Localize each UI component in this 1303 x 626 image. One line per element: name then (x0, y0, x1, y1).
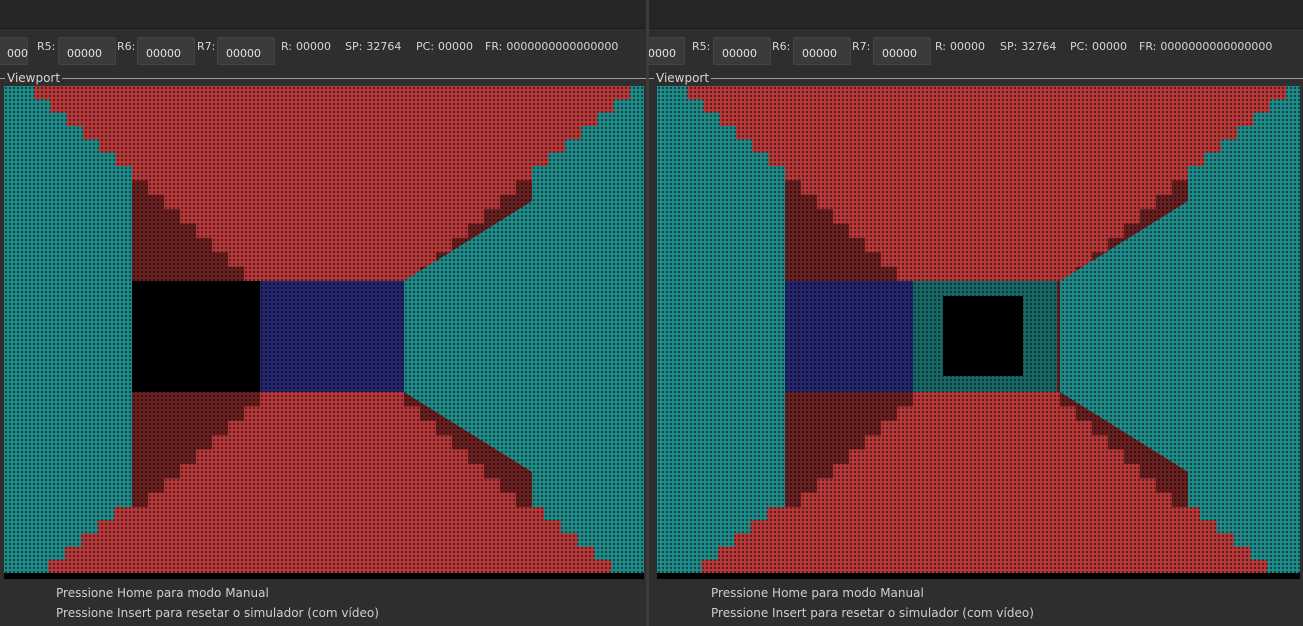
viewport-label: Viewport (654, 71, 712, 85)
register-r5-field[interactable]: 00000 (713, 37, 771, 65)
simulator-panel-left: 000 R5: 00000 R6: 00000 R7: 00000 R: 0000… (0, 0, 646, 626)
status-area: Pressione Home para modo Manual Pression… (649, 584, 1303, 626)
stat-r-value: 00000 (950, 40, 986, 53)
stat-pc-label: PC: (1070, 40, 1089, 53)
dither-overlay (657, 86, 1300, 573)
stat-fr: FR: 0000000000000000 (485, 40, 618, 53)
viewport-label: Viewport (5, 71, 63, 85)
title-bar (0, 0, 646, 29)
stat-r-label: R: (281, 40, 293, 53)
register-r6-field[interactable]: 00000 (793, 37, 851, 65)
register-r7-label: R7: (197, 40, 216, 53)
status-area: Pressione Home para modo Manual Pression… (0, 584, 646, 626)
stat-sp: SP: 32764 (345, 40, 401, 53)
register-r4-field[interactable]: 000 (0, 37, 28, 65)
stat-pc: PC: 00000 (416, 40, 473, 53)
stat-pc-label: PC: (416, 40, 435, 53)
viewport-screen[interactable] (657, 86, 1300, 579)
register-bar: 000 R5: 00000 R6: 00000 R7: 00000 R: 0000… (0, 29, 646, 69)
stat-fr-value: 0000000000000000 (1160, 40, 1273, 53)
viewport-group: Viewport (649, 71, 1303, 583)
title-bar (649, 0, 1303, 29)
stat-r-label: R: (935, 40, 947, 53)
dither-overlay (4, 86, 644, 573)
register-r6-label: R6: (117, 40, 136, 53)
register-r7-field[interactable]: 00000 (217, 37, 275, 65)
simulator-panel-right: 0000 R5: 00000 R6: 00000 R7: 00000 R: 000… (649, 0, 1303, 626)
stat-sp-value: 32764 (366, 40, 402, 53)
stat-sp-label: SP: (345, 40, 363, 53)
register-r7-label: R7: (852, 40, 871, 53)
register-r5-field[interactable]: 00000 (58, 37, 116, 65)
stat-pc-value: 00000 (438, 40, 474, 53)
stat-sp: SP: 32764 (1000, 40, 1056, 53)
register-r5-label: R5: (37, 40, 56, 53)
stat-r: R: 00000 (281, 40, 331, 53)
viewport-screen[interactable] (4, 86, 644, 579)
viewport-canvas (657, 86, 1300, 579)
group-border (649, 78, 1303, 79)
group-border (0, 78, 646, 79)
status-line-home: Pressione Home para modo Manual (56, 586, 269, 600)
status-line-insert: Pressione Insert para resetar o simulado… (56, 606, 379, 620)
stat-pc: PC: 00000 (1070, 40, 1127, 53)
status-line-home: Pressione Home para modo Manual (711, 586, 924, 600)
register-r7-field[interactable]: 00000 (873, 37, 931, 65)
stat-sp-value: 32764 (1021, 40, 1057, 53)
viewport-canvas (4, 86, 644, 579)
stat-r-value: 00000 (296, 40, 332, 53)
stat-fr-value: 0000000000000000 (506, 40, 619, 53)
stat-fr-label: FR: (485, 40, 503, 53)
stat-r: R: 00000 (935, 40, 985, 53)
register-r6-label: R6: (772, 40, 791, 53)
stat-sp-label: SP: (1000, 40, 1018, 53)
register-r4-field[interactable]: 0000 (649, 37, 685, 65)
viewport-group: Viewport (0, 71, 646, 583)
stat-fr-label: FR: (1139, 40, 1157, 53)
register-r6-field[interactable]: 00000 (137, 37, 195, 65)
register-r5-label: R5: (692, 40, 711, 53)
stat-pc-value: 00000 (1092, 40, 1128, 53)
register-bar: 0000 R5: 00000 R6: 00000 R7: 00000 R: 000… (649, 29, 1303, 69)
stat-fr: FR: 0000000000000000 (1139, 40, 1272, 53)
status-line-insert: Pressione Insert para resetar o simulado… (711, 606, 1034, 620)
